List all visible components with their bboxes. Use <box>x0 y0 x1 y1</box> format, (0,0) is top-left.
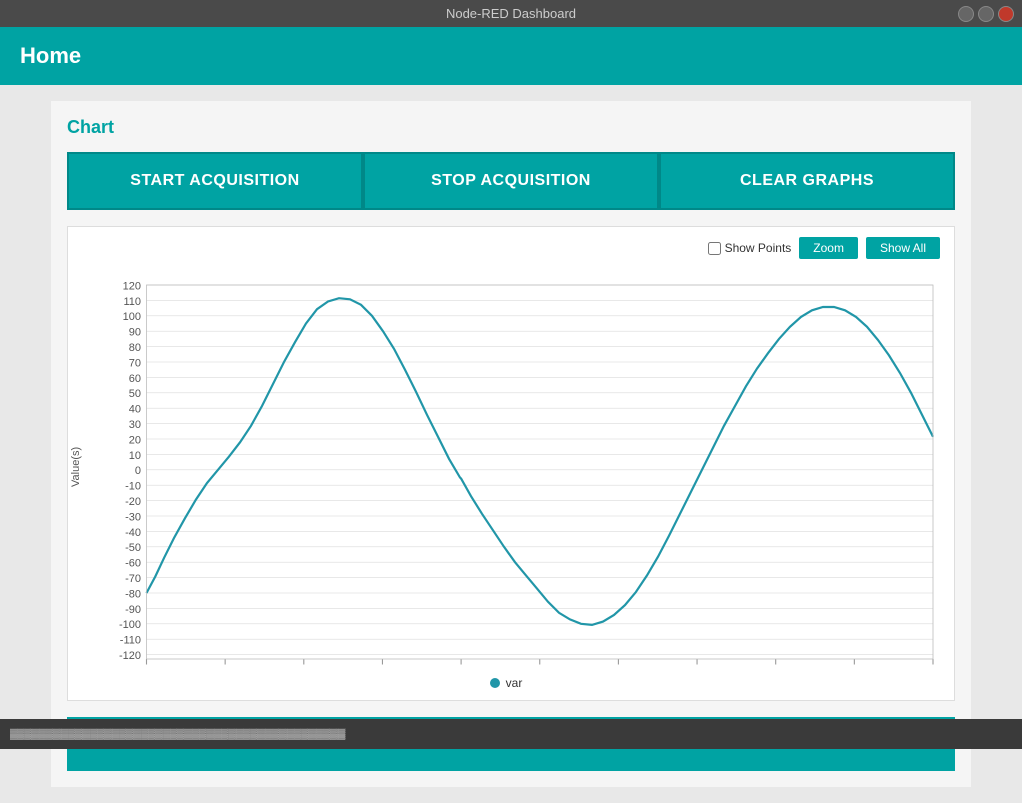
svg-text:100: 100 <box>123 311 141 323</box>
svg-text:30: 30 <box>129 419 141 431</box>
svg-text:-30: -30 <box>125 511 141 523</box>
svg-text:70: 70 <box>129 357 141 369</box>
header: Home <box>0 27 1022 85</box>
svg-text:-90: -90 <box>125 604 141 616</box>
title-bar: Node-RED Dashboard <box>0 0 1022 27</box>
svg-text:80: 80 <box>129 342 141 354</box>
svg-text:120: 120 <box>123 280 141 292</box>
legend-dot <box>490 678 500 688</box>
svg-text:-100: -100 <box>119 619 141 631</box>
close-button[interactable] <box>998 6 1014 22</box>
svg-text:20: 20 <box>129 434 141 446</box>
svg-text:-20: -20 <box>125 496 141 508</box>
svg-text:0: 0 <box>135 465 141 477</box>
svg-text:60: 60 <box>129 373 141 385</box>
svg-text:-60: -60 <box>125 558 141 570</box>
page-title: Home <box>20 43 81 68</box>
chart-container: Show Points Zoom Show All Value(s) <box>67 226 955 701</box>
window-controls <box>958 6 1014 22</box>
svg-text:-110: -110 <box>120 635 141 647</box>
bottom-bar: ▓▓▓▓▓▓▓▓▓▓▓▓▓▓▓▓▓▓▓▓▓▓▓▓▓▓▓▓▓▓▓▓▓▓▓▓▓▓▓▓… <box>0 719 1022 749</box>
chart-section-label: Chart <box>67 117 955 138</box>
legend-label: var <box>506 676 523 690</box>
svg-text:-120: -120 <box>119 650 141 662</box>
chart-line <box>147 298 934 625</box>
show-all-button[interactable]: Show All <box>866 237 940 259</box>
chart-area: Value(s) <box>68 263 944 670</box>
chart-legend: var <box>68 676 944 690</box>
svg-text:90: 90 <box>129 327 141 339</box>
minimize-button[interactable] <box>958 6 974 22</box>
clear-graphs-button[interactable]: CLEAR GRAPHS <box>659 152 955 210</box>
svg-text:-10: -10 <box>125 481 141 493</box>
show-points-checkbox[interactable] <box>708 242 721 255</box>
svg-text:-70: -70 <box>125 573 141 585</box>
start-acquisition-button[interactable]: START ACQUISITION <box>67 152 363 210</box>
svg-text:-80: -80 <box>125 588 141 600</box>
y-axis-label: Value(s) <box>68 263 86 670</box>
button-row: START ACQUISITION STOP ACQUISITION CLEAR… <box>67 152 955 210</box>
stop-acquisition-button[interactable]: STOP ACQUISITION <box>363 152 659 210</box>
chart-svg: 120 110 100 90 80 70 60 50 40 30 20 10 0… <box>86 263 944 670</box>
svg-text:-50: -50 <box>125 542 141 554</box>
svg-text:40: 40 <box>129 404 141 416</box>
chart-inner: 120 110 100 90 80 70 60 50 40 30 20 10 0… <box>86 263 944 670</box>
svg-text:10: 10 <box>129 450 141 462</box>
main-content: Chart START ACQUISITION STOP ACQUISITION… <box>51 101 971 787</box>
zoom-button[interactable]: Zoom <box>799 237 858 259</box>
maximize-button[interactable] <box>978 6 994 22</box>
app-title: Node-RED Dashboard <box>446 6 576 21</box>
chart-controls: Show Points Zoom Show All <box>68 237 944 259</box>
svg-text:50: 50 <box>129 388 141 400</box>
svg-text:110: 110 <box>123 296 141 308</box>
svg-text:-40: -40 <box>125 527 141 539</box>
bottom-bar-text: ▓▓▓▓▓▓▓▓▓▓▓▓▓▓▓▓▓▓▓▓▓▓▓▓▓▓▓▓▓▓▓▓▓▓▓▓▓▓▓▓… <box>10 729 345 740</box>
show-points-label[interactable]: Show Points <box>708 241 792 255</box>
